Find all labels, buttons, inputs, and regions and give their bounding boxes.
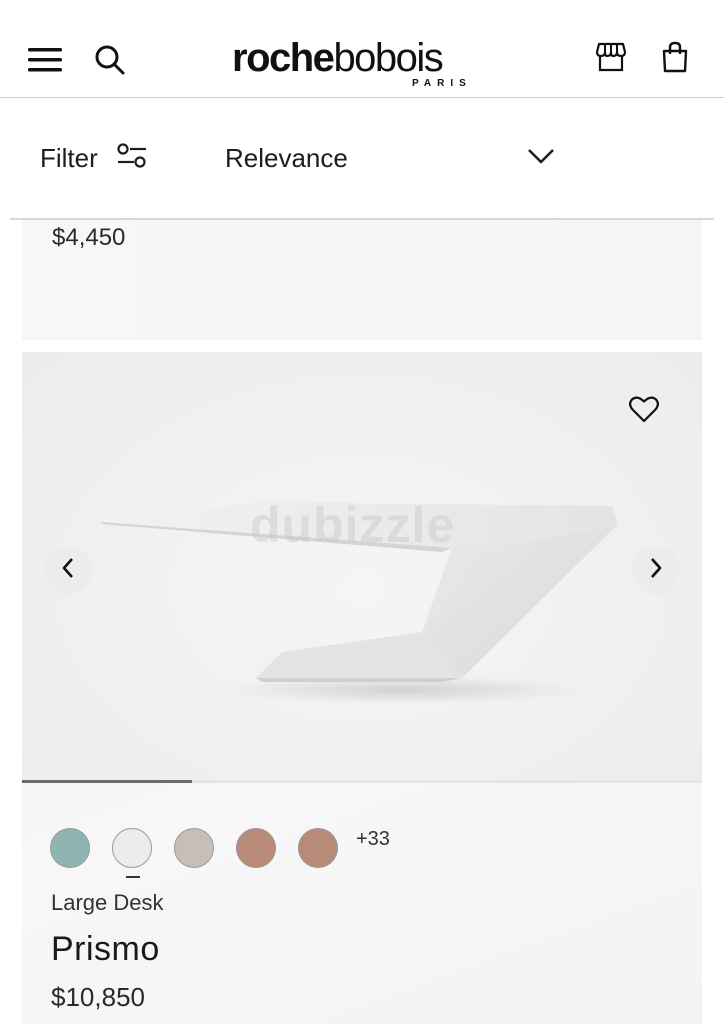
filter-button[interactable]: Filter (40, 141, 148, 175)
more-colors-link[interactable]: +33 (356, 828, 390, 851)
carousel-prev-button[interactable] (44, 546, 92, 594)
color-swatches (50, 828, 338, 878)
color-swatch[interactable] (174, 828, 214, 868)
brand-logo[interactable]: rochebobois PARIS (232, 38, 492, 94)
chevron-left-icon (61, 557, 75, 584)
chevron-right-icon (649, 557, 663, 584)
carousel-next-button[interactable] (632, 546, 680, 594)
color-swatch[interactable] (50, 828, 90, 868)
sort-select[interactable]: Relevance (225, 138, 555, 178)
logo-light-text: bobois (333, 36, 443, 80)
desk-illustration (100, 502, 618, 704)
product-image[interactable] (22, 352, 702, 782)
filter-sliders-icon (116, 142, 148, 175)
favorite-button[interactable] (626, 394, 662, 428)
product-price: $10,850 (51, 982, 145, 1012)
color-swatch[interactable] (236, 828, 276, 868)
shopping-bag-icon[interactable] (660, 40, 690, 74)
color-swatch-selected[interactable] (112, 828, 152, 878)
color-swatch[interactable] (298, 828, 338, 868)
logo-bold-text: roche (232, 36, 335, 80)
store-icon[interactable] (594, 40, 628, 74)
carousel-progress-fill (22, 780, 192, 783)
chevron-down-icon (527, 147, 555, 170)
hamburger-icon[interactable] (26, 44, 64, 76)
search-icon[interactable] (92, 42, 128, 78)
heart-icon (629, 395, 659, 428)
site-header: rochebobois PARIS (0, 0, 724, 98)
product-name[interactable]: Prismo (51, 930, 160, 969)
filter-label: Filter (40, 142, 98, 173)
previous-product-price: $4,450 (52, 224, 126, 251)
product-category: Large Desk (51, 890, 164, 915)
logo-subtitle: PARIS (412, 78, 472, 89)
sort-label: Relevance (225, 142, 348, 173)
watermark-text: dubizzle (250, 497, 456, 553)
